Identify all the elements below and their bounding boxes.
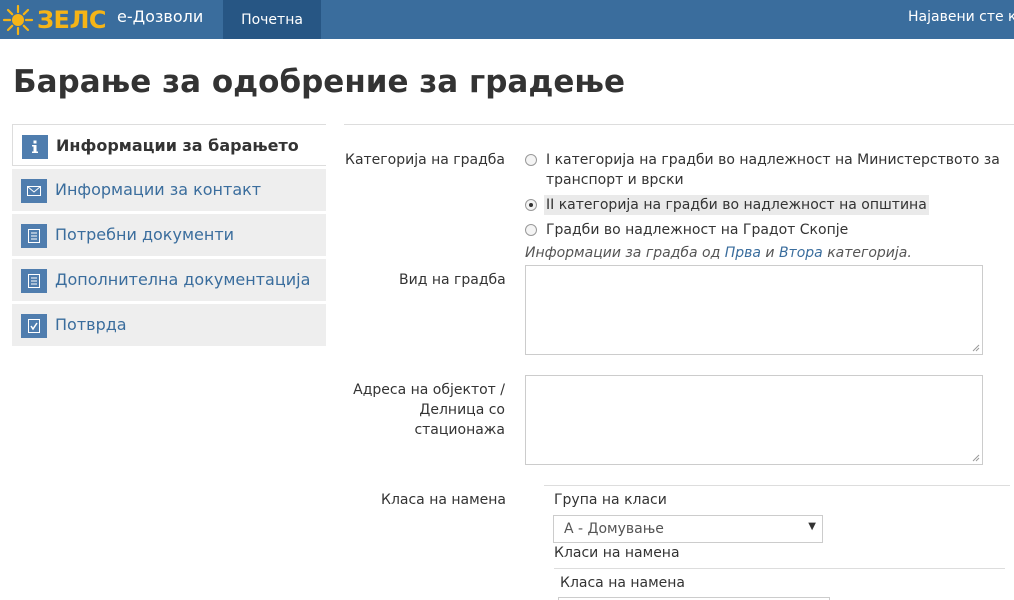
sidebar-item-request-info[interactable]: Информации за барањето bbox=[12, 124, 326, 166]
radio-button[interactable] bbox=[525, 224, 537, 236]
class-group-label: Група на класи bbox=[554, 492, 667, 508]
envelope-icon bbox=[21, 179, 47, 203]
classes-panel-divider bbox=[554, 568, 1005, 569]
type-textarea[interactable] bbox=[525, 265, 983, 355]
info-icon bbox=[22, 135, 48, 159]
logo-text: ЗЕЛС bbox=[37, 5, 107, 34]
sidebar-item-label: Потврда bbox=[55, 315, 127, 334]
class-group-select[interactable]: А - Домување ▼ bbox=[553, 515, 823, 543]
sidebar-item-label: Потребни документи bbox=[55, 225, 235, 244]
resize-grip-icon[interactable] bbox=[972, 344, 980, 352]
document-icon bbox=[21, 224, 47, 248]
category-help-text: Информации за градба од Прва и Втора кат… bbox=[525, 245, 912, 261]
type-label: Вид на градба bbox=[399, 272, 506, 288]
sidebar-item-contact-info[interactable]: Информации за контакт bbox=[12, 169, 326, 211]
purpose-label: Класа на намена bbox=[381, 492, 507, 508]
brand-logo[interactable]: ЗЕЛС bbox=[0, 0, 107, 39]
category-label: Категорија на градба bbox=[345, 152, 506, 168]
class-group-value: А - Домување bbox=[564, 521, 664, 537]
purpose-panel-divider bbox=[544, 485, 1010, 486]
resize-grip-icon[interactable] bbox=[972, 454, 980, 462]
help-mid: и bbox=[760, 245, 779, 261]
sidebar-item-label: Информации за барањето bbox=[56, 136, 299, 155]
address-textarea[interactable] bbox=[525, 375, 983, 465]
nav-home-tab[interactable]: Почетна bbox=[223, 0, 321, 39]
top-navbar: ЗЕЛС е-Дозволи Почетна Најавени сте к bbox=[0, 0, 1014, 39]
class-label: Класа на намена bbox=[560, 575, 686, 591]
address-label-line3: стационажа bbox=[414, 422, 505, 438]
sidebar-item-additional-documentation[interactable]: Дополнителна документација bbox=[12, 259, 326, 301]
category-option-2-label: II категорија на градби во надлежност на… bbox=[544, 195, 929, 215]
category-option-1-label-line2: транспорт и врски bbox=[546, 172, 684, 188]
category-option-3[interactable]: Градби во надлежност на Градот Скопје bbox=[525, 220, 1005, 240]
content-divider bbox=[344, 124, 1014, 125]
classes-label: Класи на намена bbox=[554, 545, 680, 561]
sidebar-item-label: Дополнителна документација bbox=[55, 270, 311, 289]
address-label: Адреса на објектот / Делница со стациона… bbox=[345, 380, 505, 440]
radio-button-checked[interactable] bbox=[525, 199, 537, 211]
sidebar-item-confirmation[interactable]: Потврда bbox=[12, 304, 326, 346]
address-label-line1: Адреса на објектот / bbox=[353, 382, 505, 398]
help-prefix: Информации за градба од bbox=[525, 245, 725, 261]
logged-in-status[interactable]: Најавени сте к bbox=[908, 9, 1014, 25]
chevron-down-icon: ▼ bbox=[808, 521, 816, 532]
wizard-sidebar: Информации за барањето Информации за кон… bbox=[12, 124, 326, 349]
category-option-3-label: Градби во надлежност на Градот Скопје bbox=[546, 222, 849, 238]
sidebar-item-required-documents[interactable]: Потребни документи bbox=[12, 214, 326, 256]
sun-logo-icon bbox=[2, 4, 34, 35]
first-category-link[interactable]: Прва bbox=[725, 245, 761, 261]
document-icon bbox=[21, 269, 47, 293]
page-title: Барање за одобрение за градење bbox=[13, 64, 626, 100]
check-document-icon bbox=[21, 314, 47, 338]
category-option-2[interactable]: II категорија на градби во надлежност на… bbox=[525, 195, 1005, 215]
radio-button[interactable] bbox=[525, 154, 537, 166]
address-label-line2: Делница со bbox=[419, 402, 505, 418]
nav-home-label: Почетна bbox=[241, 11, 303, 28]
category-option-1-label: I категорија на градби во надлежност на … bbox=[546, 152, 1000, 168]
sidebar-item-label: Информации за контакт bbox=[55, 180, 262, 199]
app-name[interactable]: е-Дозволи bbox=[117, 7, 203, 26]
category-option-1[interactable]: I категорија на градби во надлежност на … bbox=[525, 150, 1005, 190]
second-category-link[interactable]: Втора bbox=[779, 245, 823, 261]
help-suffix: категорија. bbox=[822, 245, 912, 261]
